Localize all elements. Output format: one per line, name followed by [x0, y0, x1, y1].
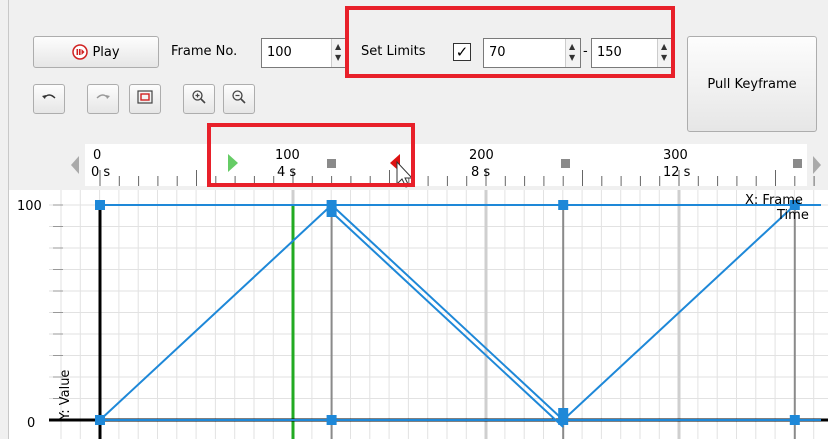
redo-button[interactable]: [87, 84, 119, 114]
ruler-keyframe-marker-360[interactable]: [793, 159, 802, 168]
fit-view-button[interactable]: [129, 84, 161, 114]
ruler-time-200: 8 s: [471, 165, 490, 180]
keyframe-point[interactable]: [95, 200, 105, 210]
ruler-frame-200: 200: [469, 148, 494, 163]
play-button[interactable]: Play: [33, 36, 159, 68]
keyframe-point[interactable]: [558, 200, 569, 210]
undo-button[interactable]: [33, 84, 65, 114]
graph-editor-panel: Play Frame No. 100 ▲ ▼ Set Limits ✓ 70 ▲ ▼…: [8, 0, 828, 439]
limit-max-stepper[interactable]: ▲ ▼: [657, 39, 672, 67]
y-max-label: 100: [17, 199, 42, 214]
ruler-frame-300: 300: [663, 148, 688, 163]
ruler-keyframe-marker-120[interactable]: [327, 159, 336, 168]
fit-view-icon: [137, 90, 153, 108]
ruler-frame-0: 0: [93, 148, 101, 163]
limit-min-input[interactable]: 70 ▲ ▼: [483, 38, 581, 68]
play-pause-icon: [72, 44, 89, 60]
keyframe-point[interactable]: [95, 415, 105, 425]
ruler-keyframe-marker-240[interactable]: [561, 159, 570, 168]
y-axis-label: Y: Value: [58, 370, 73, 421]
set-limits-checkbox[interactable]: ✓: [453, 43, 471, 61]
frame-no-label: Frame No.: [171, 44, 238, 59]
limit-min-value: 70: [489, 45, 506, 60]
ruler-frame-100: 100: [275, 148, 300, 163]
limit-max-value: 150: [597, 45, 622, 60]
ruler-time-300: 12 s: [663, 165, 691, 180]
pull-keyframe-button[interactable]: Pull Keyframe: [687, 36, 817, 132]
zoom-out-button[interactable]: [223, 84, 255, 114]
pull-keyframe-label: Pull Keyframe: [707, 76, 797, 92]
frame-no-value: 100: [267, 45, 292, 60]
ruler-time-0: 0 s: [91, 165, 110, 180]
limit-min-stepper[interactable]: ▲ ▼: [565, 39, 580, 67]
x-axis-label-line1: X: Frame: [745, 193, 803, 208]
keyframe-point[interactable]: [326, 207, 337, 217]
keyframe-point[interactable]: [326, 415, 337, 425]
redo-icon: [95, 91, 111, 107]
keyframe-point[interactable]: [558, 408, 569, 418]
x-axis-label-line2: Time: [776, 208, 809, 223]
limit-dash: -: [583, 44, 588, 59]
play-label: Play: [92, 44, 120, 60]
y-min-label: 0: [27, 416, 35, 431]
keyframe-point[interactable]: [789, 415, 800, 425]
zoom-in-button[interactable]: [183, 84, 215, 114]
zoom-out-icon: [231, 89, 247, 109]
frame-no-input[interactable]: 100 ▲ ▼: [261, 38, 347, 68]
set-limits-label: Set Limits: [361, 44, 426, 59]
scroll-left-arrow[interactable]: [71, 156, 79, 174]
limit-max-input[interactable]: 150 ▲ ▼: [591, 38, 673, 68]
ruler-time-100: 4 s: [277, 165, 296, 180]
curve-graph[interactable]: 100 0 X: Frame Time Y: Value: [9, 190, 828, 439]
undo-icon: [41, 91, 57, 107]
scroll-right-arrow[interactable]: [813, 156, 821, 174]
zoom-in-icon: [191, 89, 207, 109]
frame-no-stepper[interactable]: ▲ ▼: [331, 39, 346, 67]
timeline-ruler[interactable]: 0 0 s 100 4 s 200 8 s 300 12 s: [9, 140, 828, 190]
